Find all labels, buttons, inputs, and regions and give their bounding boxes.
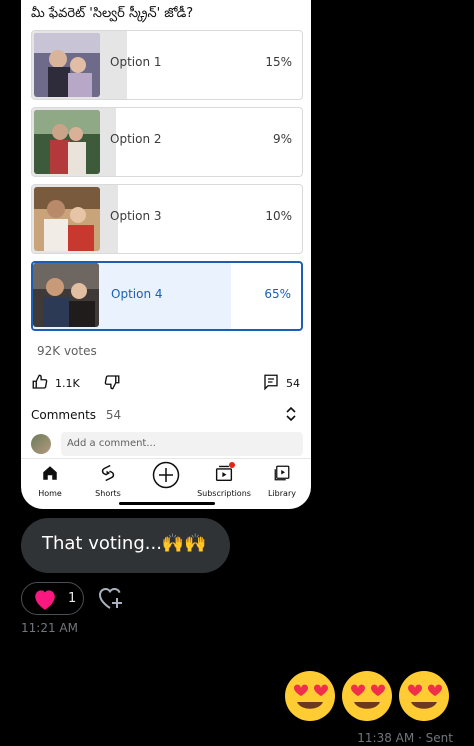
message-text: That voting...🙌🙌 xyxy=(42,533,207,554)
notification-dot-icon xyxy=(229,462,235,468)
heart-eyes-emoji-icon xyxy=(342,671,392,721)
bottom-nav: Home Shorts Subscriptions Library xyxy=(21,458,311,501)
expand-chevron-icon xyxy=(285,406,297,425)
comment-count: 54 xyxy=(286,377,300,390)
comments-count: 54 xyxy=(105,408,122,422)
comment-icon xyxy=(262,373,280,394)
comments-label: Comments xyxy=(31,408,97,422)
comments-header[interactable]: Comments 54 xyxy=(31,406,301,425)
nav-shorts-label: Shorts xyxy=(95,489,121,498)
shorts-icon xyxy=(79,463,137,483)
nav-shorts[interactable]: Shorts xyxy=(79,463,137,498)
subscriptions-icon xyxy=(195,462,253,483)
create-button[interactable] xyxy=(137,461,195,489)
heart-reaction[interactable]: 1 xyxy=(21,582,84,615)
thumbs-down-icon xyxy=(103,373,121,394)
avatar xyxy=(31,434,51,454)
add-reaction-button[interactable] xyxy=(96,586,126,616)
option-image xyxy=(34,110,100,174)
library-icon xyxy=(253,463,311,483)
vote-count: 92K votes xyxy=(37,344,97,358)
heart-icon xyxy=(32,587,58,615)
like-button[interactable]: 1.1K xyxy=(31,373,80,394)
nav-home[interactable]: Home xyxy=(21,463,79,498)
nav-subscriptions[interactable]: Subscriptions xyxy=(195,462,253,498)
option-image xyxy=(34,187,100,251)
embedded-youtube-screenshot[interactable]: మీ ఫేవరెట్ 'సిల్వర్ స్క్రీన్' జోడీ? Opti… xyxy=(21,0,311,509)
message-bubble[interactable]: That voting...🙌🙌 xyxy=(21,518,230,573)
nav-subscriptions-label: Subscriptions xyxy=(197,489,251,498)
reaction-count: 1 xyxy=(68,591,77,606)
dislike-button[interactable] xyxy=(103,373,121,394)
nav-library-label: Library xyxy=(268,489,296,498)
option-label: Option 1 xyxy=(110,55,162,69)
poll-question: మీ ఫేవరెట్ 'సిల్వర్ స్క్రీన్' జోడీ? xyxy=(31,6,194,21)
sent-emoji-message[interactable] xyxy=(284,670,454,722)
home-icon xyxy=(21,463,79,483)
nav-home-label: Home xyxy=(38,489,62,498)
plus-circle-icon xyxy=(137,461,195,489)
option-percent: 10% xyxy=(265,209,292,223)
option-label: Option 3 xyxy=(110,209,162,223)
like-count: 1.1K xyxy=(55,377,80,390)
add-comment-input[interactable]: Add a comment... xyxy=(61,432,303,456)
add-comment-placeholder: Add a comment... xyxy=(67,438,156,449)
option-percent: 15% xyxy=(265,55,292,69)
poll-option-1[interactable]: Option 1 15% xyxy=(31,30,303,100)
thumbs-up-icon xyxy=(31,373,49,394)
comments-button[interactable]: 54 xyxy=(262,373,300,394)
sent-timestamp: 11:38 AM · Sent xyxy=(357,731,453,745)
poll-option-2[interactable]: Option 2 9% xyxy=(31,107,303,177)
heart-eyes-emoji-icon xyxy=(399,671,449,721)
heart-plus-icon xyxy=(96,587,126,616)
option-percent: 65% xyxy=(264,287,291,301)
action-bar: 1.1K 54 xyxy=(31,373,301,395)
heart-eyes-emoji-icon xyxy=(285,671,335,721)
poll-option-4[interactable]: Option 4 65% xyxy=(31,261,303,331)
nav-library[interactable]: Library xyxy=(253,463,311,498)
option-image xyxy=(34,33,100,97)
message-timestamp: 11:21 AM xyxy=(21,621,78,635)
option-label: Option 2 xyxy=(110,132,162,146)
poll-option-3[interactable]: Option 3 10% xyxy=(31,184,303,254)
option-image xyxy=(33,263,99,327)
home-indicator xyxy=(119,502,215,505)
add-comment-row: Add a comment... xyxy=(31,432,303,456)
option-label: Option 4 xyxy=(111,287,163,301)
option-percent: 9% xyxy=(272,132,292,146)
